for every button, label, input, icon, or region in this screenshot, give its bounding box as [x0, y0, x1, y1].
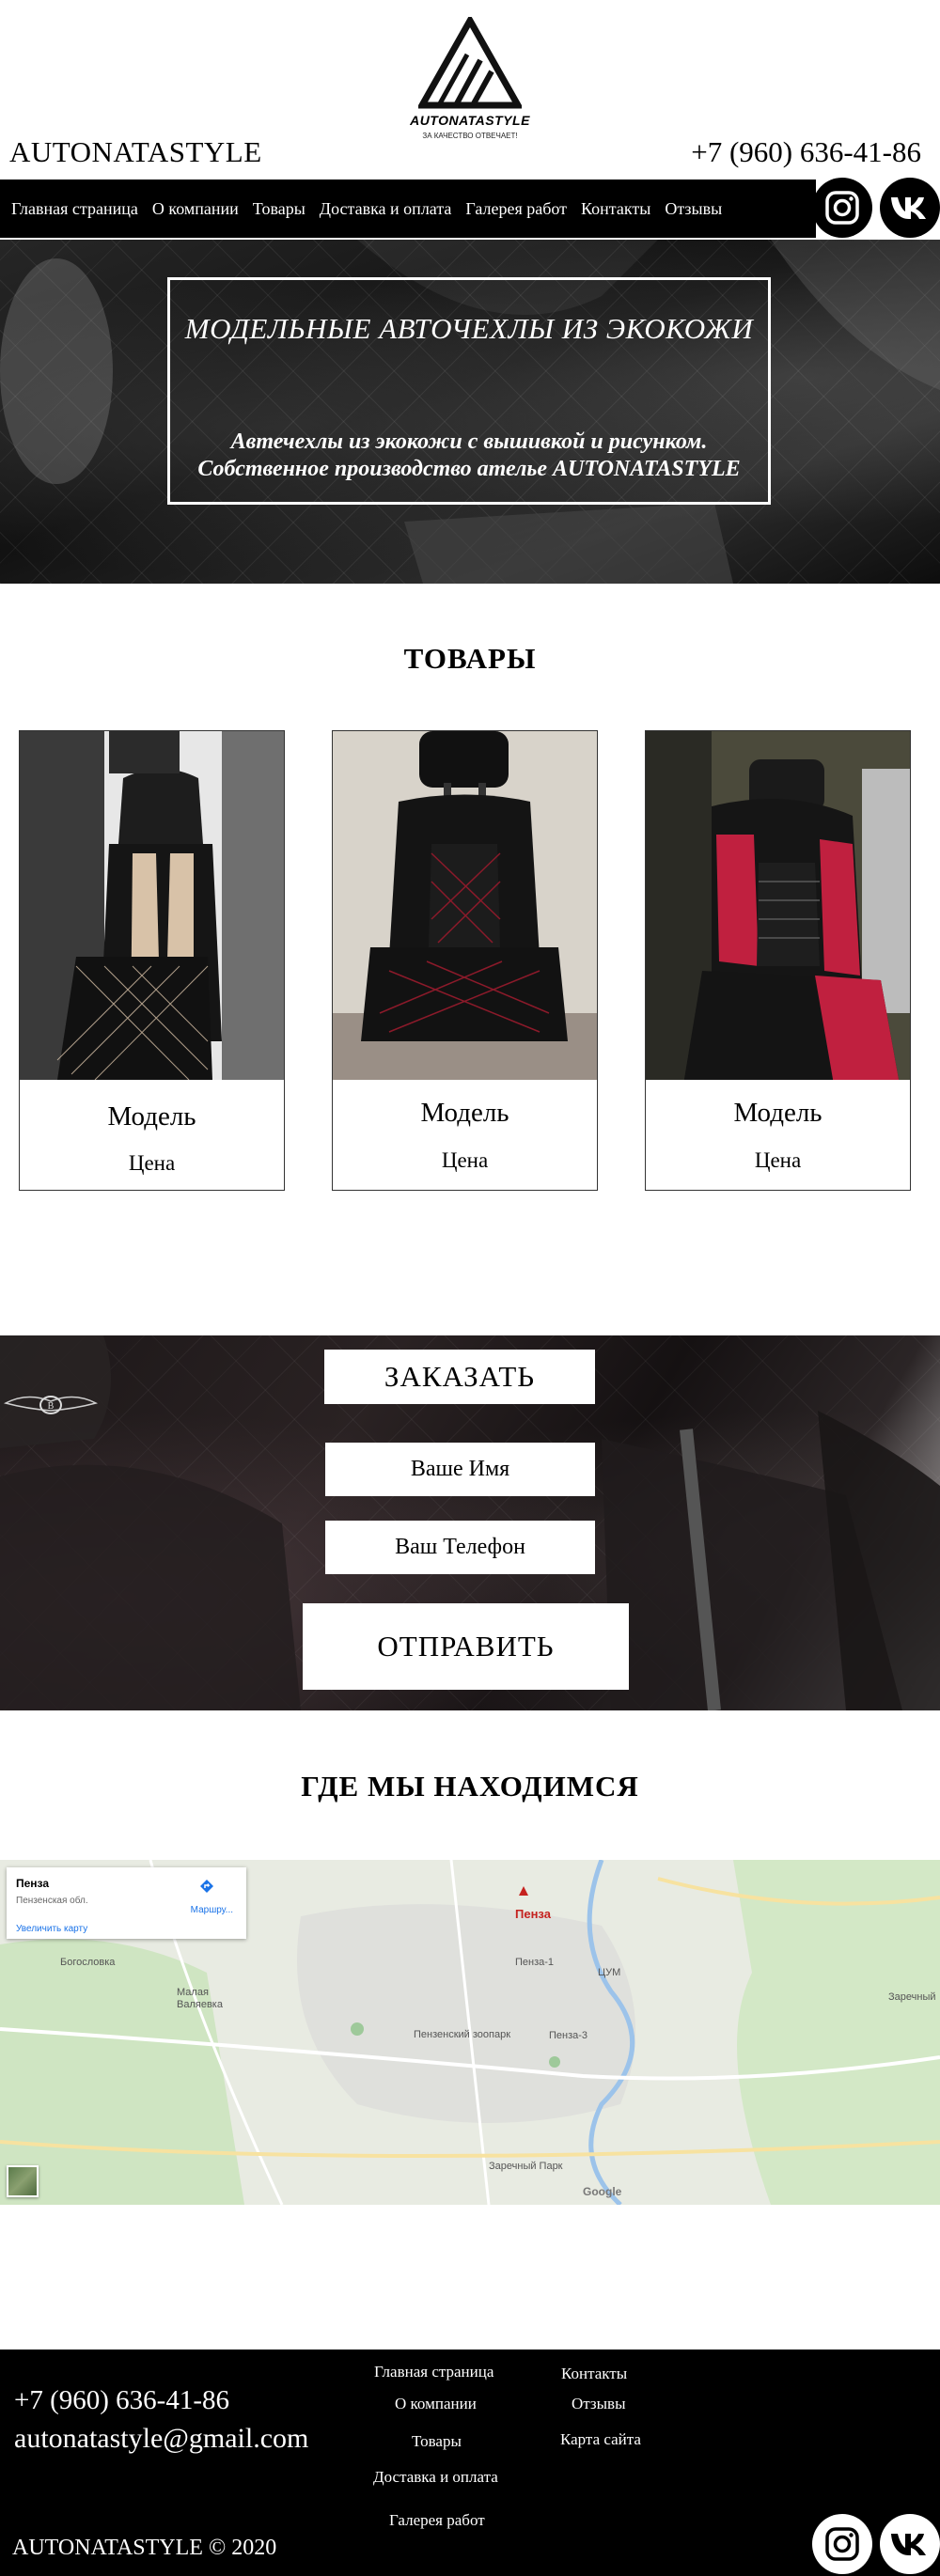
hero-subtitle: Автечехлы из экокожи с вышивкой и рисунк…: [170, 429, 768, 483]
enlarge-map-link[interactable]: Увеличить карту: [16, 1924, 87, 1934]
footer-link-about[interactable]: О компании: [395, 2395, 477, 2413]
vk-icon: [891, 2534, 926, 2555]
header-phone[interactable]: +7 (960) 636-41-86: [691, 135, 921, 169]
product-card[interactable]: Модель Цена: [19, 730, 285, 1191]
bentley-emblem-icon: B: [4, 1396, 98, 1414]
footer-link-products[interactable]: Товары: [412, 2432, 462, 2451]
product-price: Цена: [441, 1148, 489, 1172]
footer-email[interactable]: autonatastyle@gmail.com: [14, 2423, 308, 2455]
product-card[interactable]: Модель Цена: [332, 730, 598, 1191]
product-price: Цена: [128, 1151, 176, 1175]
map-label-bogoslovka: Богословка: [60, 1957, 116, 1968]
map-label-penza3: Пенза-3: [549, 2030, 588, 2041]
nav-item-reviews[interactable]: Отзывы: [665, 199, 722, 219]
nav-item-contacts[interactable]: Контакты: [581, 199, 650, 219]
footer-link-gallery[interactable]: Галерея работ: [389, 2511, 485, 2530]
footer-instagram-button[interactable]: [812, 2514, 872, 2574]
hero-subtitle-line-1: Автечехлы из экокожи с вышивкой и рисунк…: [230, 429, 708, 454]
product-model: Модель: [107, 1101, 196, 1132]
map-label-zoo: Пензенский зоопарк: [414, 2029, 511, 2040]
svg-text:B: B: [48, 1401, 55, 1412]
products-title: ТОВАРЫ: [403, 642, 537, 675]
map-card-region: Пензенская обл.: [16, 1896, 88, 1906]
hero-title: МОДЕЛЬНЫЕ АВТОЧЕХЛЫ ИЗ ЭКОКОЖИ: [184, 312, 754, 345]
footer-link-sitemap[interactable]: Карта сайта: [560, 2430, 641, 2449]
nav-item-products[interactable]: Товары: [253, 199, 306, 219]
vk-button[interactable]: [880, 178, 940, 238]
map-label-tsum: ЦУМ: [598, 1967, 621, 1978]
product-image[interactable]: [646, 731, 910, 1080]
footer-vk-button[interactable]: [880, 2514, 940, 2574]
order-title: ЗАКАЗАТЬ: [324, 1350, 595, 1404]
logo-tagline: ЗА КАЧЕСТВО ОТВЕЧАЕТ!: [422, 132, 518, 140]
site-footer: +7 (960) 636-41-86 autonatastyle@gmail.c…: [0, 2350, 940, 2576]
map-label-malaya-valyaevka: Малая Валяевка: [177, 1987, 223, 2010]
product-card[interactable]: Модель Цена: [645, 730, 911, 1191]
instagram-button[interactable]: [812, 178, 872, 238]
google-logo: Google: [583, 2185, 622, 2198]
hero-text-box: МОДЕЛЬНЫЕ АВТОЧЕХЛЫ ИЗ ЭКОКОЖИ Автечехлы…: [167, 277, 771, 505]
product-image[interactable]: [333, 731, 597, 1080]
satellite-toggle[interactable]: [7, 2165, 39, 2197]
directions-link[interactable]: Маршру...: [191, 1905, 233, 1915]
logo-triangle-icon: [418, 17, 522, 109]
logo-name: AUTONATASTYLE: [410, 113, 530, 128]
map-embed[interactable]: Пенза Богословка Малая Валяевка Пенза-1 …: [0, 1860, 940, 2205]
hero-subtitle-line-2: Собственное производство ателье AUTONATA…: [197, 457, 741, 481]
order-section: B ЗАКАЗАТЬ ОТПРАВИТЬ: [0, 1335, 940, 1710]
logo[interactable]: AUTONATASTYLE ЗА КАЧЕСТВО ОТВЕЧАЕТ!: [395, 17, 545, 153]
map-card-city: Пенза: [16, 1877, 50, 1890]
nav-item-gallery[interactable]: Галерея работ: [465, 199, 567, 219]
product-price: Цена: [754, 1148, 802, 1172]
product-image[interactable]: [20, 731, 284, 1080]
footer-copyright: AUTONATASTYLE © 2020: [12, 2536, 277, 2560]
submit-button[interactable]: ОТПРАВИТЬ: [303, 1603, 629, 1690]
footer-link-contacts[interactable]: Контакты: [561, 2365, 627, 2383]
instagram-icon: [825, 191, 859, 225]
footer-link-home[interactable]: Главная страница: [374, 2363, 494, 2381]
hero-banner: МОДЕЛЬНЫЕ АВТОЧЕХЛЫ ИЗ ЭКОКОЖИ Автечехлы…: [0, 240, 940, 584]
nav-item-home[interactable]: Главная страница: [11, 199, 138, 219]
site-header: AUTONATASTYLE ЗА КАЧЕСТВО ОТВЕЧАЕТ! AUTO…: [0, 0, 940, 179]
product-model: Модель: [733, 1098, 822, 1128]
map-label-penza1: Пенза-1: [515, 1957, 555, 1968]
map-label-zarechny: Заречный: [888, 1991, 936, 2003]
directions-icon[interactable]: [199, 1879, 214, 1900]
map-info-card: Пенза Пензенская обл. Маршру... Увеличит…: [7, 1867, 246, 1939]
header-social: [812, 178, 940, 238]
location-title: ГДЕ МЫ НАХОДИМСЯ: [301, 1770, 639, 1803]
nav-item-delivery[interactable]: Доставка и оплата: [320, 199, 452, 219]
nav-item-about[interactable]: О компании: [152, 199, 239, 219]
footer-phone[interactable]: +7 (960) 636-41-86: [14, 2385, 229, 2416]
map-label-penza: Пенза: [515, 1907, 551, 1921]
map-label-zarechny-park: Заречный Парк: [489, 2161, 563, 2172]
product-model: Модель: [420, 1098, 509, 1128]
footer-link-reviews[interactable]: Отзывы: [572, 2395, 626, 2413]
brand-name: AUTONATASTYLE: [9, 135, 262, 168]
name-input[interactable]: [325, 1443, 595, 1496]
vk-icon: [891, 197, 926, 219]
phone-input[interactable]: [325, 1521, 595, 1574]
footer-social: [812, 2514, 940, 2574]
instagram-icon: [825, 2527, 859, 2561]
footer-link-delivery[interactable]: Доставка и оплата: [373, 2468, 498, 2487]
main-nav: Главная страница О компании Товары Доста…: [0, 180, 816, 238]
